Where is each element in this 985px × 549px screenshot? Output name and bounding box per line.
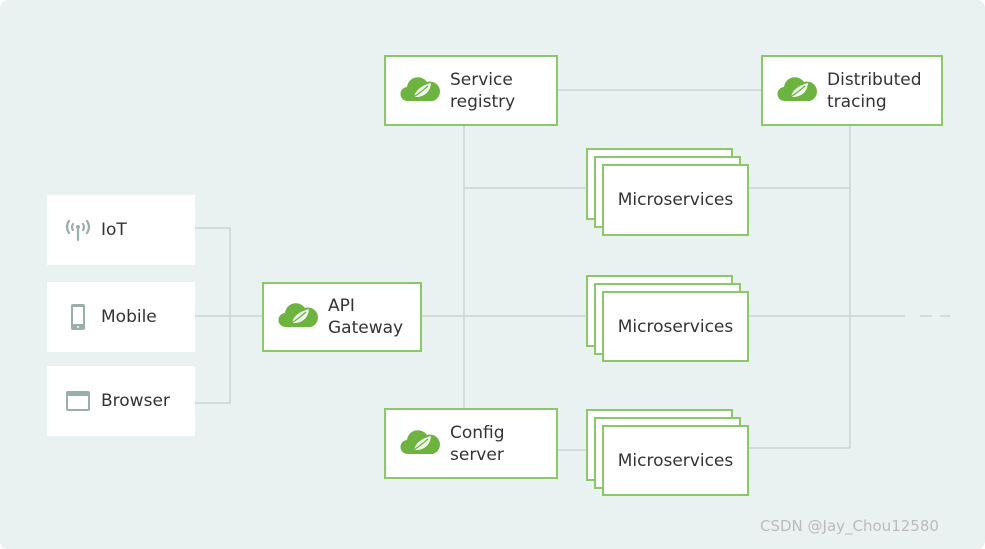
spring-cloud-icon <box>278 299 318 335</box>
api-gateway: API Gateway <box>262 282 422 352</box>
client-browser: Browser <box>47 366 195 436</box>
microservices-box: Microservices <box>602 164 749 236</box>
service-label: Distributed <box>827 69 922 90</box>
microservices-box: Microservices <box>602 425 749 496</box>
client-label: Browser <box>101 391 170 411</box>
service-label: Config <box>450 422 505 443</box>
microservices-label: Microservices <box>617 190 734 210</box>
browser-icon <box>63 391 93 411</box>
microservices-label: Microservices <box>617 316 734 337</box>
microservices-label: Microservices <box>617 450 734 471</box>
service-label: Gateway <box>328 318 404 338</box>
service-label: registry <box>450 91 516 112</box>
client-mobile: Mobile <box>47 282 195 352</box>
watermark: CSDN @Jay_Chou12580 <box>760 517 939 535</box>
service-label: tracing <box>827 91 887 112</box>
distributed-tracing: Distributed tracing <box>761 55 943 126</box>
mobile-icon <box>63 303 93 331</box>
client-label: Mobile <box>101 307 157 327</box>
client-label: IoT <box>101 220 127 240</box>
client-iot: IoT <box>47 195 195 265</box>
service-label: server <box>450 444 504 465</box>
spring-cloud-icon <box>777 73 817 109</box>
architecture-diagram: IoT Mobile Browser API Gateway Service reg… <box>0 0 985 549</box>
antenna-icon <box>63 218 93 242</box>
microservices-box: Microservices <box>602 291 749 362</box>
service-label: API <box>328 296 355 316</box>
spring-cloud-icon <box>400 426 440 462</box>
config-server: Config server <box>384 408 558 479</box>
spring-cloud-icon <box>400 73 440 109</box>
service-label: Service <box>450 69 513 90</box>
service-registry: Service registry <box>384 55 558 126</box>
